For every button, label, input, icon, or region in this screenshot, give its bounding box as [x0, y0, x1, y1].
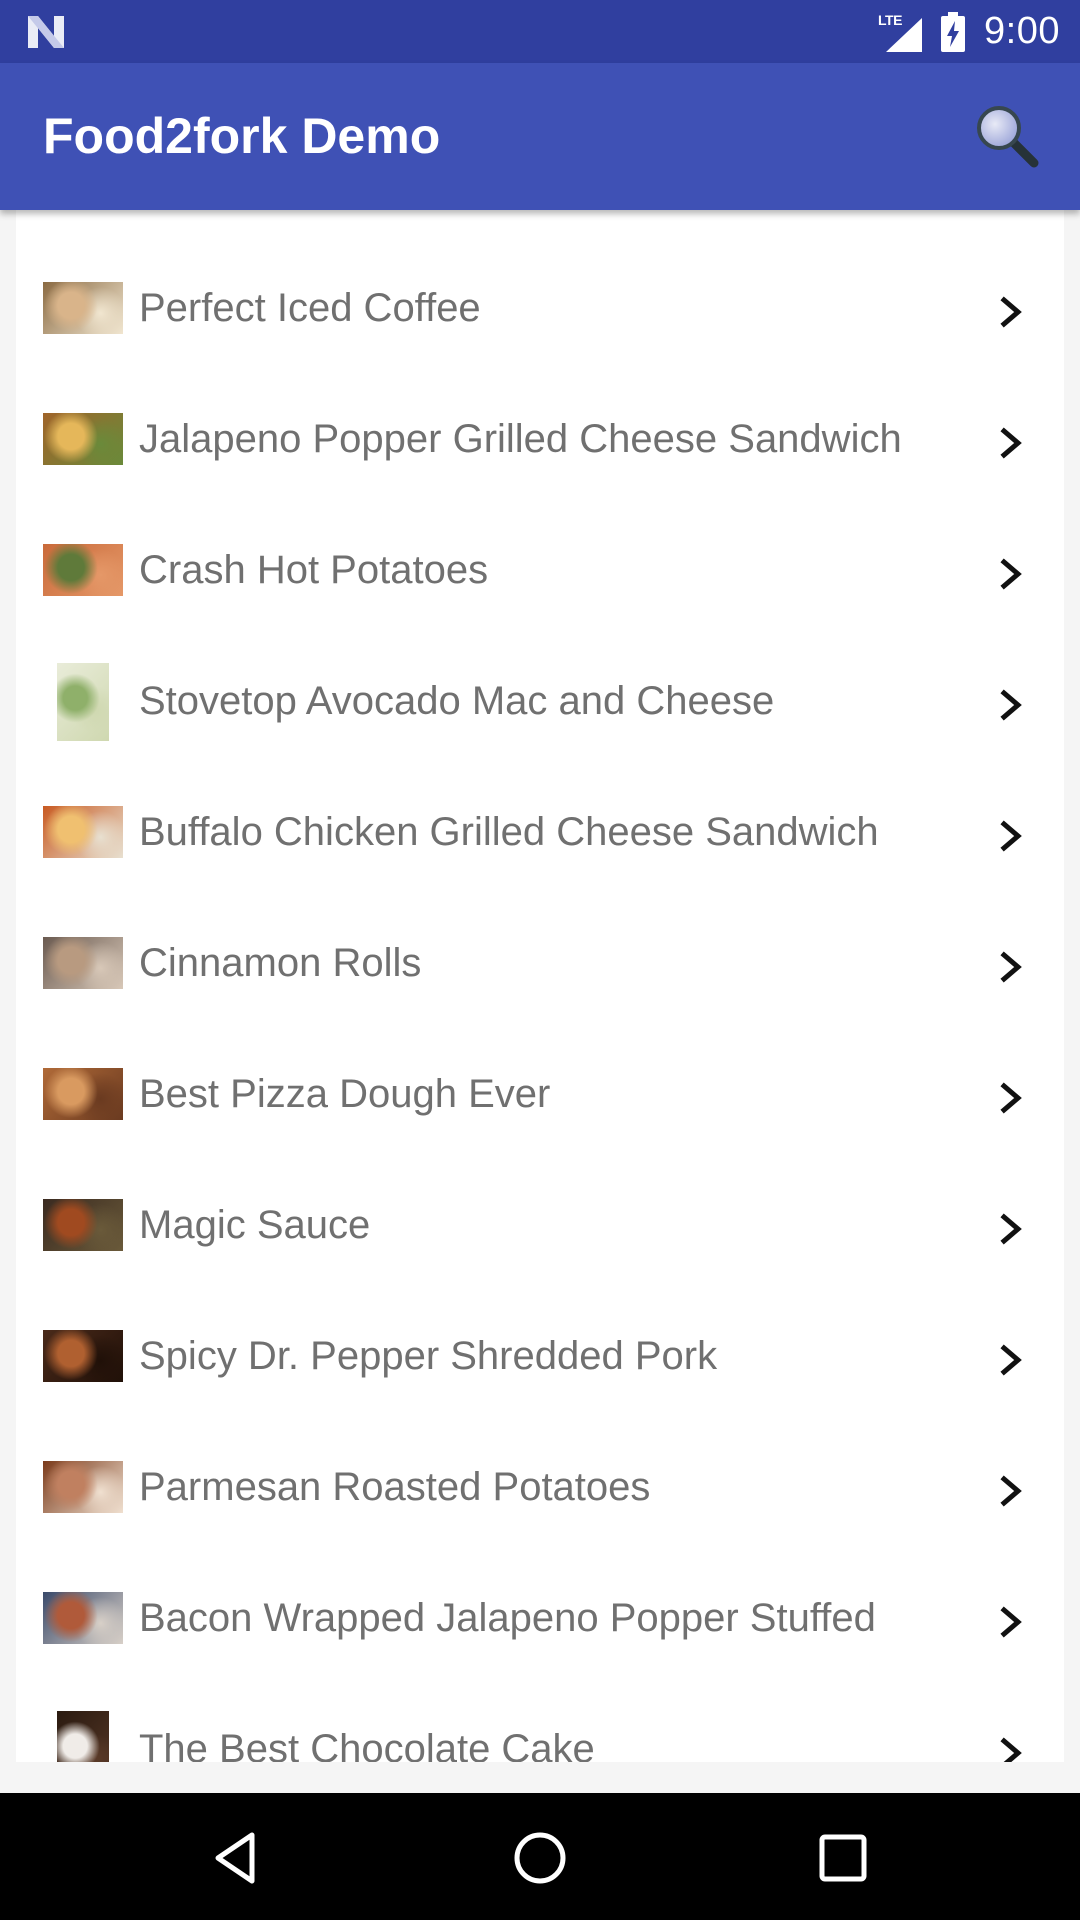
search-button[interactable]: [972, 101, 1044, 173]
chevron-right-icon: [1000, 820, 1022, 852]
status-icons: LTE 9:00: [878, 0, 1060, 63]
recipe-title: Jalapeno Popper Grilled Cheese Sandwich: [139, 417, 902, 461]
chevron-right-icon: [1000, 1475, 1022, 1507]
recipe-thumbnail: [43, 1592, 123, 1644]
chevron-right-icon: [1000, 1213, 1022, 1245]
recipe-thumbnail: [43, 1461, 123, 1513]
chevron-right-icon: [1000, 1737, 1022, 1762]
signal-icon: LTE: [878, 12, 923, 52]
recipe-thumbnail: [43, 1330, 123, 1382]
status-bar: LTE 9:00: [0, 0, 1080, 63]
recipe-title: Magic Sauce: [139, 1203, 371, 1247]
navigation-bar: [0, 1793, 1080, 1920]
recipe-title: Spicy Dr. Pepper Shredded Pork: [139, 1334, 718, 1378]
chevron-right-icon: [1000, 427, 1022, 459]
recipe-list-item[interactable]: Buffalo Chicken Grilled Cheese Sandwich: [16, 734, 1064, 865]
recipe-list-item[interactable]: Best Pizza Dough Ever: [16, 996, 1064, 1127]
recipe-thumbnail: [43, 1199, 123, 1251]
recipe-thumbnail: [43, 806, 123, 858]
recipe-list-item[interactable]: Perfect Iced Coffee: [16, 210, 1064, 341]
recipe-list-item[interactable]: Cinnamon Rolls: [16, 865, 1064, 996]
recipe-title: Parmesan Roasted Potatoes: [139, 1465, 651, 1509]
notification-n-icon: [28, 16, 64, 48]
toolbar: Food2fork Demo: [0, 63, 1080, 210]
home-icon[interactable]: [505, 1823, 575, 1893]
recipe-thumbnail: [57, 663, 109, 741]
chevron-right-icon: [1000, 1082, 1022, 1114]
chevron-right-icon: [1000, 1606, 1022, 1638]
back-icon[interactable]: [200, 1823, 270, 1893]
recipe-list-item[interactable]: Stovetop Avocado Mac and Cheese: [16, 603, 1064, 741]
recipe-thumbnail: [43, 1068, 123, 1120]
recipe-title: The Best Chocolate Cake: [139, 1727, 595, 1762]
recipe-title: Stovetop Avocado Mac and Cheese: [139, 679, 775, 723]
chevron-right-icon: [1000, 296, 1022, 328]
app-screen: LTE 9:00 Food2fork Demo Perfect Iced Cof…: [0, 0, 1080, 1920]
recipe-list-item[interactable]: Jalapeno Popper Grilled Cheese Sandwich: [16, 341, 1064, 472]
recipe-title: Cinnamon Rolls: [139, 941, 422, 985]
recipe-thumbnail: [43, 937, 123, 989]
search-icon: [977, 106, 1039, 168]
recipe-list-item[interactable]: Crash Hot Potatoes: [16, 472, 1064, 603]
recipe-list-item[interactable]: Spicy Dr. Pepper Shredded Pork: [16, 1258, 1064, 1389]
chevron-right-icon: [1000, 1344, 1022, 1376]
recents-icon[interactable]: [808, 1823, 878, 1893]
chevron-right-icon: [1000, 689, 1022, 721]
clock: 9:00: [984, 10, 1060, 52]
battery-charging-icon: [941, 11, 966, 52]
recipe-thumbnail: [43, 413, 123, 465]
recipe-list-item[interactable]: Bacon Wrapped Jalapeno Popper Stuffed: [16, 1520, 1064, 1651]
app-title: Food2fork Demo: [43, 108, 441, 164]
recipe-list-item[interactable]: The Best Chocolate Cake: [16, 1651, 1064, 1762]
recipe-title: Perfect Iced Coffee: [139, 286, 481, 330]
chevron-right-icon: [1000, 951, 1022, 983]
chevron-right-icon: [1000, 558, 1022, 590]
recipe-title: Best Pizza Dough Ever: [139, 1072, 551, 1116]
recipe-title: Buffalo Chicken Grilled Cheese Sandwich: [139, 810, 879, 854]
recipe-title: Crash Hot Potatoes: [139, 548, 489, 592]
recipe-title: Bacon Wrapped Jalapeno Popper Stuffed: [139, 1596, 876, 1640]
recipe-list-item[interactable]: Parmesan Roasted Potatoes: [16, 1389, 1064, 1520]
recipe-thumbnail: [43, 544, 123, 596]
recipe-thumbnail: [57, 1711, 109, 1762]
recipe-list-item[interactable]: Magic Sauce: [16, 1127, 1064, 1258]
recipe-list: Perfect Iced Coffee Jalapeno Popper Grill…: [16, 210, 1064, 1762]
recipe-thumbnail: [43, 282, 123, 334]
